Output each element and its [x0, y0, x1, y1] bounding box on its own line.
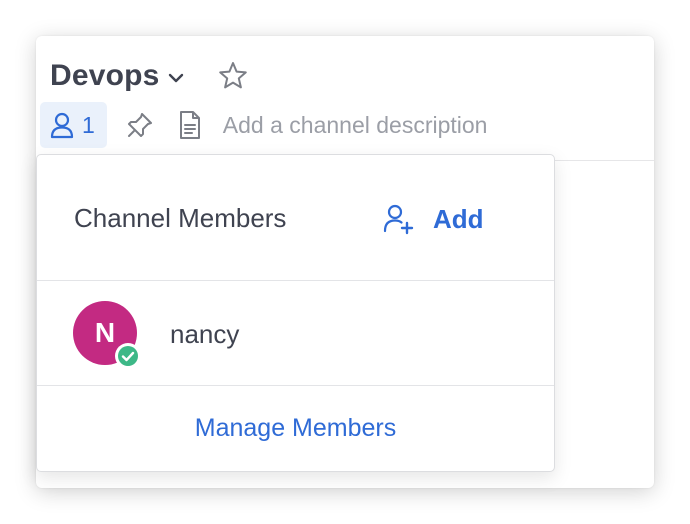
- add-label: Add: [433, 203, 484, 234]
- screen: Devops 1 Add a channel description Chann…: [0, 0, 690, 524]
- add-user-icon: [383, 204, 414, 235]
- channel-title-row: Devops: [50, 56, 250, 96]
- channel-description-placeholder[interactable]: Add a channel description: [223, 112, 488, 139]
- popover-title: Channel Members: [74, 203, 287, 233]
- file-icon[interactable]: [173, 108, 207, 142]
- member-list-item[interactable]: N nancy: [37, 281, 554, 386]
- online-status-icon: [115, 343, 141, 369]
- add-member-button[interactable]: Add: [383, 199, 484, 239]
- manage-members-button[interactable]: Manage Members: [37, 386, 554, 471]
- member-icon: [50, 112, 74, 139]
- popover-header: Channel Members Add: [37, 155, 554, 281]
- channel-meta-row: 1 Add a channel description: [40, 102, 487, 148]
- member-count: 1: [82, 111, 95, 138]
- avatar-initial: N: [94, 317, 116, 348]
- channel-members-popover: Channel Members Add N nancy Manage Membe…: [36, 154, 555, 472]
- chevron-down-icon[interactable]: [166, 68, 186, 88]
- members-button[interactable]: 1: [40, 102, 107, 148]
- pin-icon[interactable]: [123, 108, 157, 142]
- member-username: nancy: [170, 319, 240, 349]
- star-icon[interactable]: [216, 59, 250, 93]
- channel-name[interactable]: Devops: [50, 59, 160, 93]
